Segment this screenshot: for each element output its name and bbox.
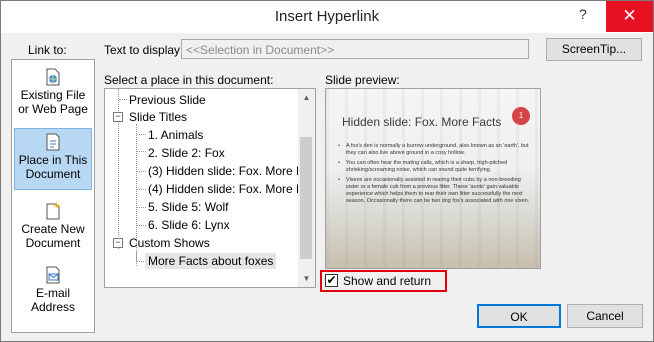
slide-preview-label: Slide preview: — [325, 73, 400, 87]
slide-preview-bullets: A fox's den is normally a burrow undergr… — [338, 143, 530, 208]
screentip-button[interactable]: ScreenTip... — [546, 38, 642, 61]
slide-bullet: Vixens are occasionally assisted in rear… — [338, 177, 530, 205]
scroll-down-arrow-icon[interactable]: ▼ — [298, 270, 315, 287]
show-and-return-checkbox[interactable]: ✔ — [325, 274, 338, 287]
tree-item-custom-shows[interactable]: Custom Shows — [129, 236, 210, 250]
tree-connector — [137, 151, 146, 152]
tree-item-slide-5[interactable]: 5. Slide 5: Wolf — [148, 200, 228, 214]
link-place-in-document-button[interactable]: Place in This Document — [14, 128, 92, 190]
insert-hyperlink-dialog: Insert Hyperlink ? ✕ Link to: Existing F… — [0, 0, 654, 342]
link-create-new-line2: Document — [25, 236, 81, 250]
email-icon — [46, 266, 60, 284]
scroll-thumb[interactable] — [300, 137, 312, 259]
show-and-return-label[interactable]: Show and return — [343, 274, 431, 288]
slide-bullet: A fox's den is normally a burrow undergr… — [338, 143, 530, 157]
slide-preview: 1 Hidden slide: Fox. More Facts A fox's … — [325, 88, 541, 269]
tree-connector — [136, 251, 137, 261]
tree-connector — [137, 225, 146, 226]
link-place-line2: Document — [25, 167, 81, 181]
tree-item-slide-6[interactable]: 6. Slide 6: Lynx — [148, 218, 230, 232]
slide-number-badge: 1 — [512, 107, 530, 125]
dialog-title: Insert Hyperlink — [274, 8, 380, 25]
tree-item-custom-show-selected[interactable]: More Facts about foxes — [145, 253, 277, 269]
tree-connector — [137, 134, 146, 135]
tree-connector — [137, 171, 146, 172]
tree-item-slide-titles[interactable]: Slide Titles — [129, 110, 187, 124]
cancel-button[interactable]: Cancel — [567, 304, 643, 328]
tree-scrollbar[interactable]: ▲ ▼ — [298, 89, 315, 287]
link-existing-file-line2: or Web Page — [18, 102, 88, 116]
document-place-icon — [46, 133, 60, 151]
close-button[interactable]: ✕ — [606, 1, 653, 32]
globe-file-icon — [46, 68, 60, 86]
collapse-toggle-icon[interactable]: − — [113, 238, 123, 248]
place-tree[interactable]: Previous Slide − Slide Titles 1. Animals… — [104, 88, 316, 288]
link-to-label: Link to: — [28, 43, 67, 57]
tree-item-slide-2[interactable]: 2. Slide 2: Fox — [148, 146, 225, 160]
title-bar: Insert Hyperlink ? ✕ — [1, 1, 653, 33]
link-to-bar: Existing File or Web Page Place in This … — [11, 59, 95, 333]
tree-connector — [119, 99, 127, 100]
text-to-display-field[interactable]: <<Selection in Document>> — [181, 39, 529, 59]
slide-bullet: You can often hear the mating calls, whi… — [338, 160, 530, 174]
text-to-display-label: Text to display: — [104, 43, 184, 57]
link-existing-file-line1: Existing File — [20, 88, 86, 102]
collapse-toggle-icon[interactable]: − — [113, 112, 123, 122]
new-document-icon — [46, 202, 60, 220]
slide-preview-title: Hidden slide: Fox. More Facts — [342, 115, 502, 129]
link-create-new-document-button[interactable]: Create New Document — [14, 202, 92, 256]
link-email-line2: Address — [30, 300, 76, 314]
scroll-up-arrow-icon[interactable]: ▲ — [298, 89, 315, 106]
help-button[interactable]: ? — [579, 6, 587, 22]
tree-connector — [137, 189, 146, 190]
tree-item-slide-3[interactable]: (3) Hidden slide: Fox. More F — [148, 164, 303, 178]
link-create-new-line1: Create New — [21, 222, 85, 236]
tree-item-slide-1[interactable]: 1. Animals — [148, 128, 203, 142]
ok-button[interactable]: OK — [477, 304, 561, 328]
tree-item-slide-4[interactable]: (4) Hidden slide: Fox. More F — [148, 182, 303, 196]
link-email-address-button[interactable]: E-mail Address — [14, 266, 92, 320]
tree-connector — [137, 207, 146, 208]
link-place-line1: Place in This — [18, 153, 88, 167]
link-email-line1: E-mail — [35, 286, 70, 300]
tree-item-previous-slide[interactable]: Previous Slide — [129, 93, 206, 107]
select-place-label: Select a place in this document: — [104, 73, 274, 87]
link-existing-file-button[interactable]: Existing File or Web Page — [14, 68, 92, 122]
